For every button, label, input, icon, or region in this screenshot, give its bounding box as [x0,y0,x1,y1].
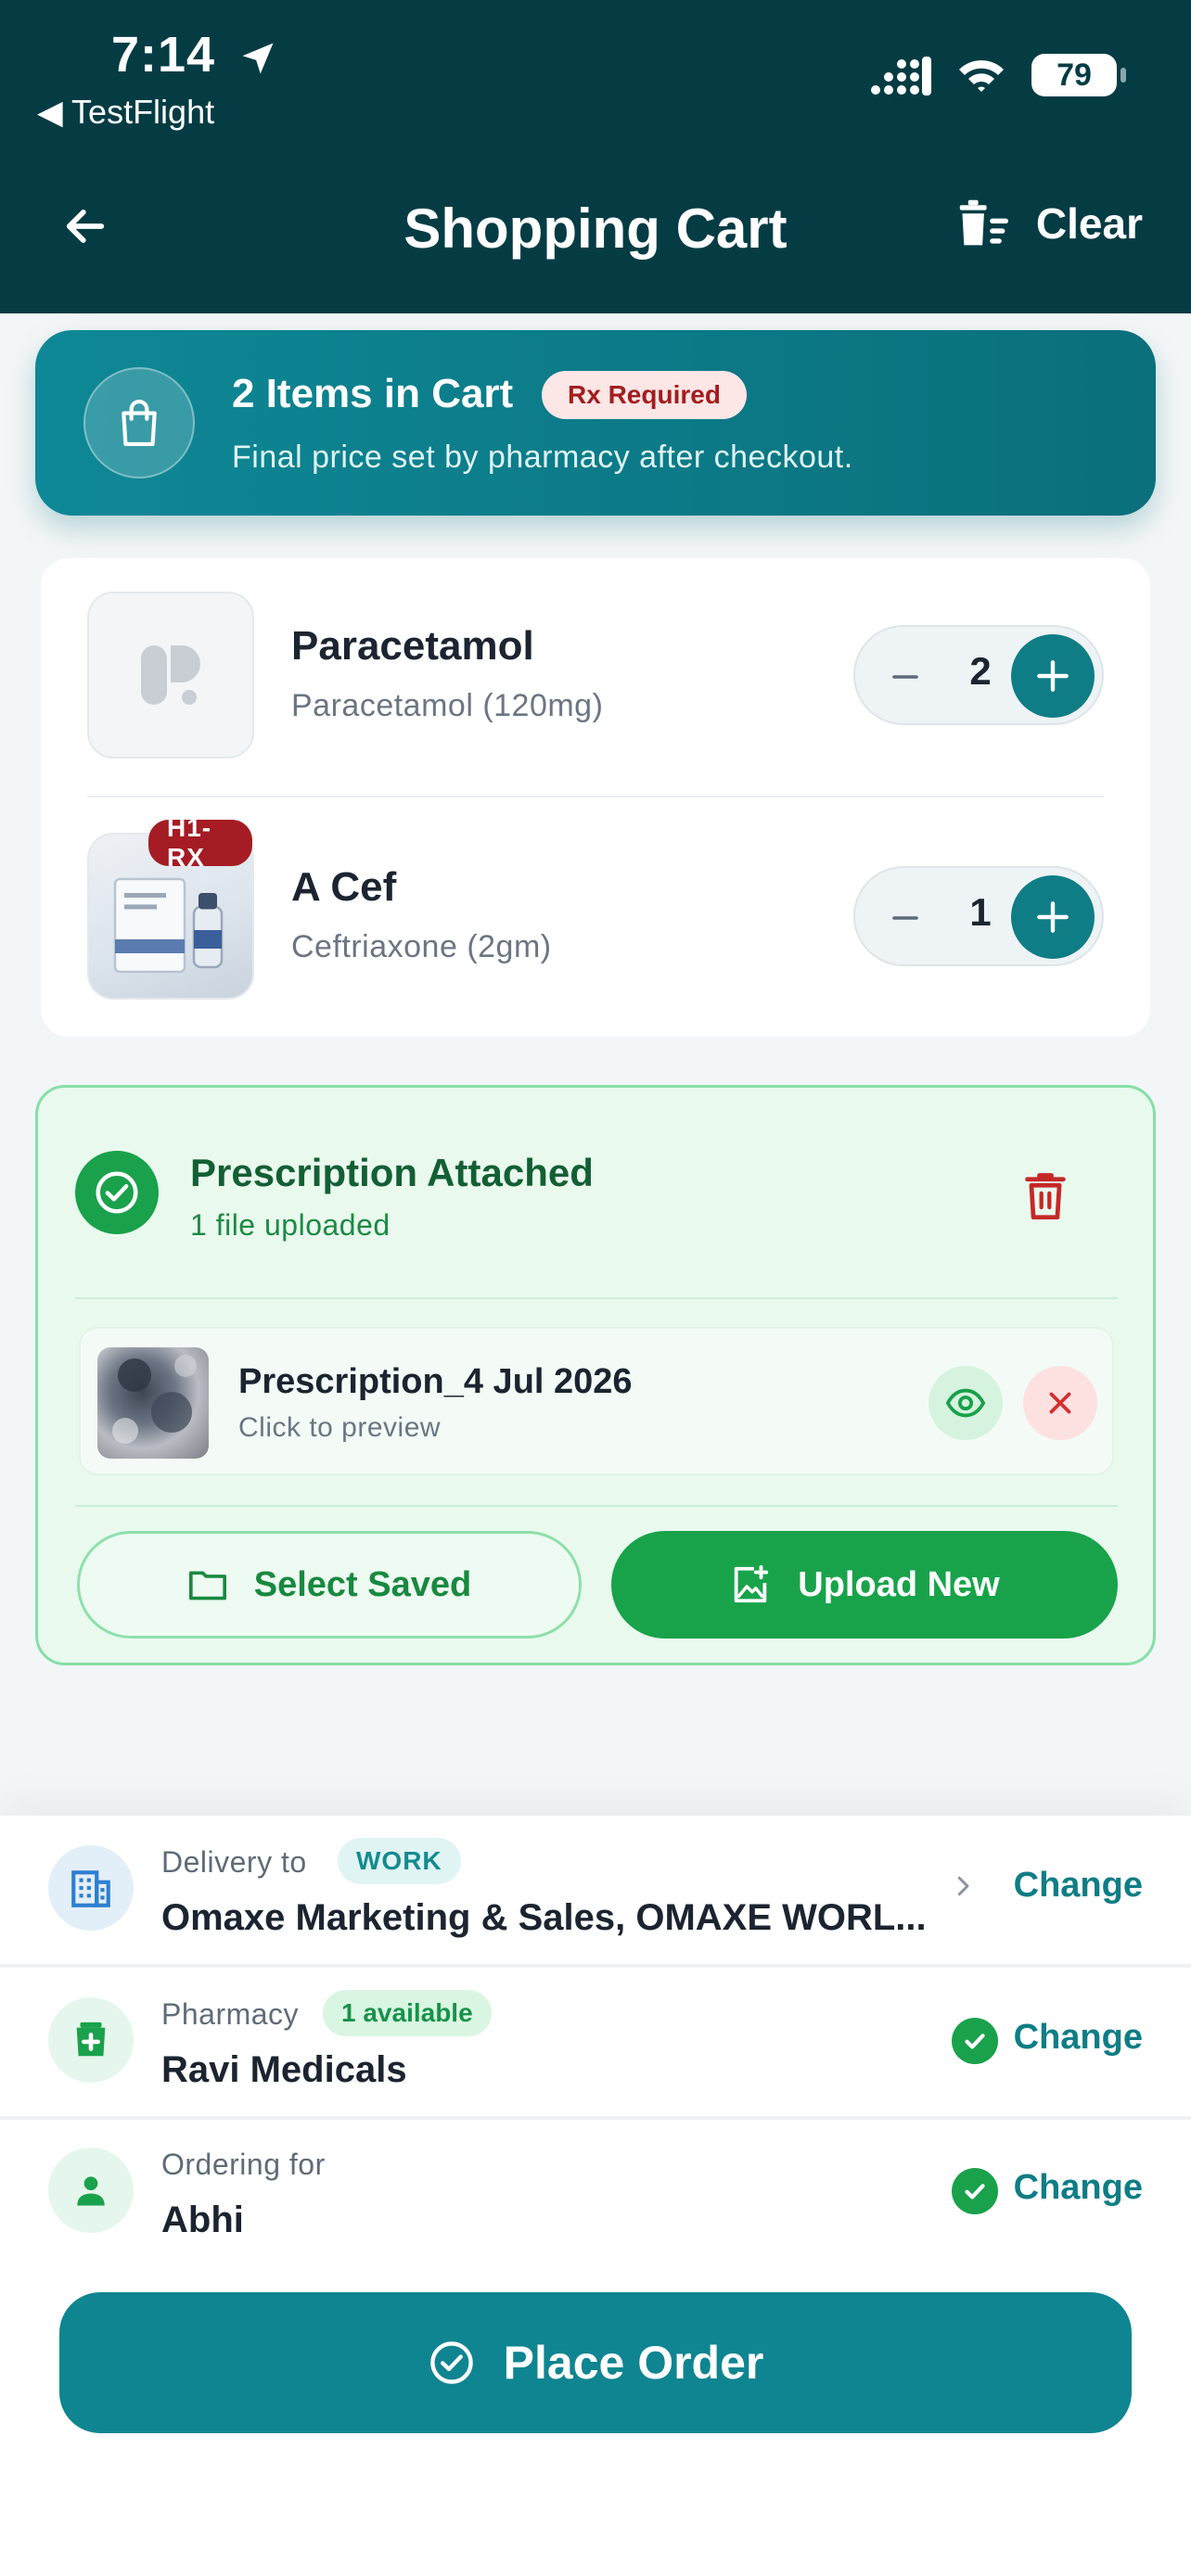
prescription-file-name: Prescription_4 Jul 2026 [238,1362,633,1401]
check-circle-icon [952,2168,998,2214]
pharmacy-label: Pharmacy [161,1997,300,2031]
status-time-text: 7:14 [111,27,216,83]
item-divider [87,796,1104,797]
change-pharmacy-button[interactable]: Change [1014,2018,1143,2058]
plus-icon [1037,660,1069,692]
availability-badge: 1 available [323,1990,492,2036]
clear-cart-button[interactable]: Clear [956,198,1143,249]
upload-new-label: Upload New [798,1564,1000,1604]
item-detail: Paracetamol (120mg) [291,688,604,723]
change-address-button[interactable]: Change [1014,1866,1143,1906]
quantity-stepper: 2 [853,625,1104,725]
item-name: A Cef [291,864,397,910]
preview-file-button[interactable] [928,1366,1003,1440]
back-triangle-icon: ◀ [37,93,63,131]
cart-count-title: 2 Items in Cart [232,371,514,416]
place-order-button[interactable]: Place Order [59,2292,1132,2433]
product-image: H1-RX [87,813,254,1000]
wifi-icon [959,60,1004,92]
quantity-value: 2 [969,649,992,693]
cart-item[interactable]: H1-RX A Cef Ceftriaxone (2gm) 1 [87,813,1104,1000]
status-bar-time: 7:14 [111,26,278,83]
prescription-file-row[interactable]: Prescription_4 Jul 2026 Click to preview [79,1327,1114,1475]
folder-icon [188,1571,226,1600]
close-icon [1049,1392,1071,1414]
divider [75,1505,1118,1507]
battery-icon: 79 [1031,54,1126,96]
item-detail: Ceftriaxone (2gm) [291,929,552,964]
battery-level: 79 [1057,57,1092,93]
pharmacy-logo-icon [141,645,200,705]
product-placeholder-image [87,592,254,759]
status-indicators: 79 [870,54,1126,96]
cellular-signal-icon [871,57,931,96]
delivery-label: Delivery to [161,1845,307,1879]
pharmacy-name: Ravi Medicals [161,2049,407,2090]
checkout-sheet: Delivery to WORK Omaxe Marketing & Sales… [0,1816,1191,2576]
eye-icon [945,1388,986,1418]
check-circle-icon [75,1151,159,1234]
cart-item[interactable]: Paracetamol Paracetamol (120mg) 2 [87,592,1104,759]
chevron-right-icon [944,1868,981,1905]
check-circle-icon [952,2018,998,2064]
divider [75,1297,1118,1299]
prescription-title: Prescription Attached [190,1151,594,1194]
upload-new-button[interactable]: Upload New [611,1531,1118,1639]
person-icon [48,2148,134,2233]
preview-hint: Click to preview [238,1412,442,1443]
delete-prescription-button[interactable] [1021,1169,1069,1221]
back-to-testflight[interactable]: ◀ TestFlight [37,93,214,132]
location-arrow-icon [242,43,274,74]
ordering-for-row[interactable]: Ordering for Abhi Change [0,2118,1191,2266]
ordering-for-label: Ordering for [161,2148,326,2181]
quantity-value: 1 [969,890,992,934]
cart-summary-banner: 2 Items in Cart Rx Required Final price … [35,330,1156,516]
rx-required-badge: Rx Required [542,371,747,419]
trash-icon [1025,1173,1066,1220]
back-app-label: TestFlight [71,93,215,131]
delivery-address: Omaxe Marketing & Sales, OMAXE WORL... [161,1897,927,1938]
increase-quantity-button[interactable] [1011,875,1095,959]
plus-icon [1037,901,1069,933]
h1-rx-badge: H1-RX [148,813,252,872]
place-order-label: Place Order [503,2337,764,2389]
check-circle-outline-icon [429,2341,473,2384]
increase-quantity-button[interactable] [1011,634,1095,718]
change-patient-button[interactable]: Change [1014,2168,1143,2208]
address-type-badge: WORK [338,1838,461,1884]
building-icon [48,1845,134,1931]
remove-file-button[interactable] [1023,1366,1097,1440]
select-saved-button[interactable]: Select Saved [77,1531,582,1639]
quantity-stepper: 1 [853,866,1104,966]
add-image-icon [735,1564,769,1603]
minus-icon [892,675,918,679]
pharmacy-row[interactable]: Pharmacy 1 available Ravi Medicals Chang… [0,1968,1191,2116]
pharmacy-icon [48,1997,134,2083]
patient-name: Abhi [161,2200,244,2240]
minus-icon [892,916,918,920]
decrease-quantity-button[interactable] [883,896,928,940]
item-name: Paracetamol [291,623,534,669]
clear-label: Clear [1035,199,1143,248]
trash-sweep-icon [959,199,1008,246]
cart-price-note: Final price set by pharmacy after checko… [232,440,853,475]
prescription-card: Prescription Attached 1 file uploaded Pr… [35,1085,1156,1665]
delivery-address-row[interactable]: Delivery to WORK Omaxe Marketing & Sales… [0,1816,1191,1964]
prescription-file-count: 1 file uploaded [190,1208,391,1242]
cart-items-list: Paracetamol Paracetamol (120mg) 2 H1-RX … [41,558,1150,1037]
shopping-bag-icon [83,367,195,478]
prescription-thumbnail [97,1347,209,1459]
decrease-quantity-button[interactable] [883,655,928,699]
select-saved-label: Select Saved [253,1564,472,1604]
app-header: 7:14 ◀ TestFlight 79 Shopping Cart Clear [0,0,1191,313]
